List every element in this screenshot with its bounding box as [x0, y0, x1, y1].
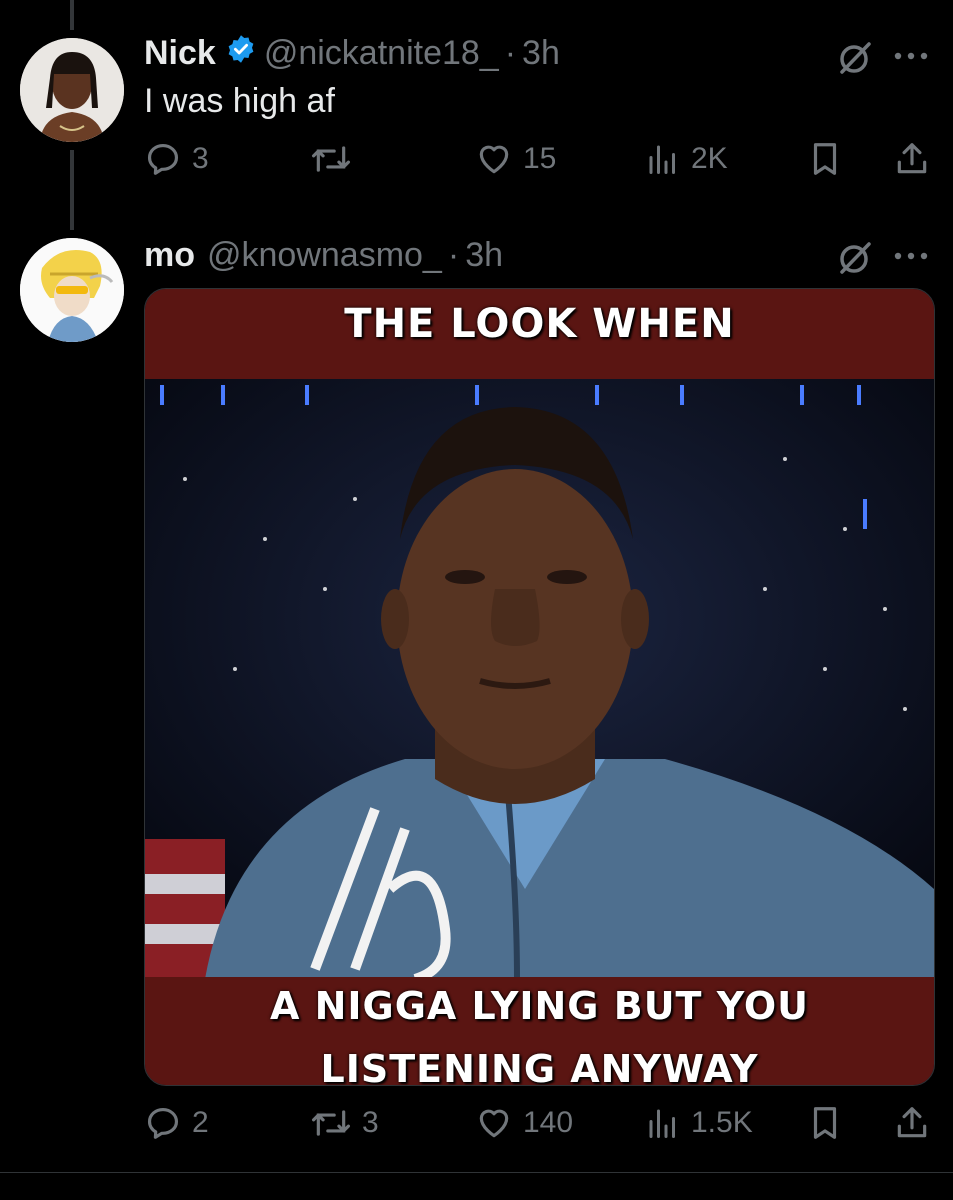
reply-icon: [147, 143, 179, 175]
grok-icon[interactable]: [835, 38, 875, 78]
share-button[interactable]: [893, 140, 931, 178]
share-button[interactable]: [893, 1104, 931, 1142]
avatar-nick[interactable]: [20, 38, 124, 142]
retweet-button[interactable]: 3: [310, 1104, 379, 1142]
tweet-text: I was high af: [144, 82, 335, 120]
retweet-icon: [312, 146, 350, 172]
bookmark-icon: [813, 1107, 837, 1139]
reply-icon: [147, 1107, 179, 1139]
thread-line-connector: [70, 150, 74, 230]
views-icon: [649, 1109, 675, 1138]
reply-button[interactable]: 2: [144, 1104, 209, 1142]
heart-icon: [479, 1109, 509, 1138]
bookmark-button[interactable]: [806, 140, 844, 178]
views-button[interactable]: 1.5K: [645, 1104, 753, 1142]
view-count: 1.5K: [691, 1106, 753, 1139]
tweet-media-image[interactable]: THE LOOK WHEN A NIGGA LYING BUT YOU LIST…: [144, 288, 935, 1086]
caption-bottom-line2: LISTENING ANYWAY: [320, 1047, 759, 1086]
reply-count: 2: [192, 1106, 209, 1139]
timestamp[interactable]: 3h: [522, 34, 560, 73]
thread-line-top: [70, 0, 74, 30]
caption-bottom-line1: A NIGGA LYING BUT YOU: [269, 984, 810, 1028]
separator-dot: ·: [504, 34, 517, 72]
bookmark-button[interactable]: [806, 1104, 844, 1142]
display-name[interactable]: mo: [144, 236, 195, 275]
timestamp[interactable]: 3h: [465, 236, 503, 275]
retweet-button[interactable]: [310, 140, 362, 178]
avatar-mo[interactable]: [20, 238, 124, 342]
grok-icon[interactable]: [835, 238, 875, 278]
more-icon[interactable]: [893, 50, 929, 62]
bookmark-icon: [813, 143, 837, 175]
more-icon[interactable]: [893, 250, 929, 262]
like-button[interactable]: 140: [475, 1104, 573, 1142]
views-button[interactable]: 2K: [645, 140, 728, 178]
like-button[interactable]: 15: [475, 140, 556, 178]
caption-top: THE LOOK WHEN: [344, 301, 735, 347]
handle[interactable]: @knownasmo_: [207, 236, 442, 275]
tweet-header: Nick @nickatnite18_ · 3h: [144, 34, 560, 73]
share-icon: [897, 1107, 927, 1138]
verified-badge-icon: [226, 34, 256, 73]
handle[interactable]: @nickatnite18_: [264, 34, 499, 73]
retweet-count: 3: [362, 1106, 379, 1139]
tweet-header: mo @knownasmo_ · 3h: [144, 236, 503, 275]
display-name[interactable]: Nick: [144, 34, 216, 73]
tweet-divider: [0, 1172, 953, 1173]
retweet-icon: [312, 1110, 350, 1136]
heart-icon: [479, 145, 509, 174]
like-count: 15: [523, 142, 557, 175]
view-count: 2K: [691, 142, 728, 175]
views-icon: [649, 145, 675, 174]
share-icon: [897, 143, 927, 174]
separator-dot: ·: [447, 236, 460, 274]
reply-button[interactable]: 3: [144, 140, 209, 178]
reply-count: 3: [192, 142, 209, 175]
like-count: 140: [523, 1106, 574, 1139]
